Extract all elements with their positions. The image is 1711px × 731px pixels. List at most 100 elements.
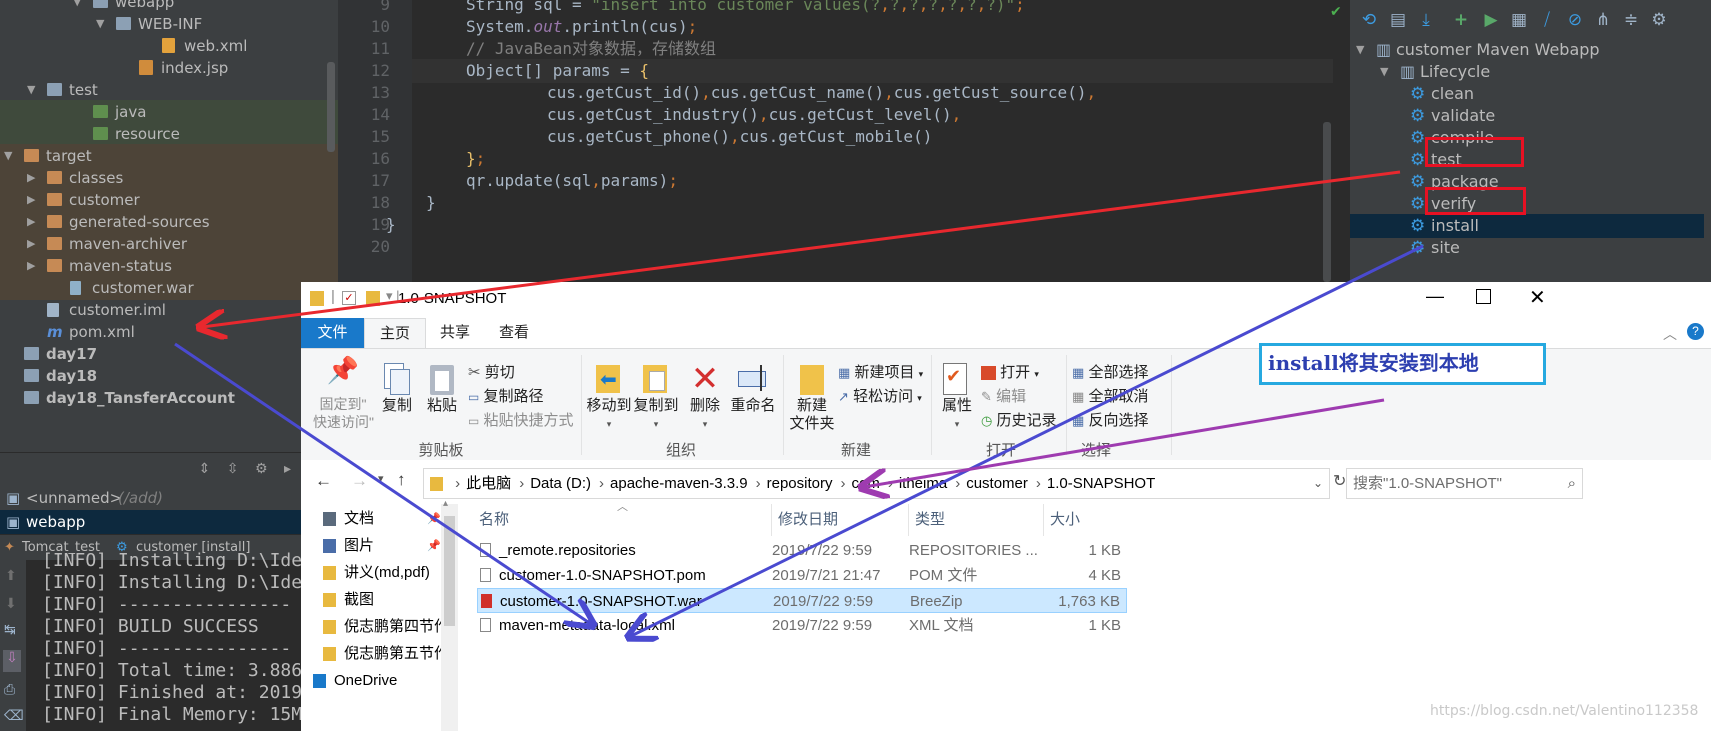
datasource-row[interactable]: ▣ <unnamed> (/add) [0,486,305,510]
recent-locations-icon[interactable]: ▾ [378,472,384,485]
tree-item[interactable]: ▼ WEB-INF [0,12,338,36]
tree-item[interactable]: day17 [0,342,338,366]
maven-settings-icon[interactable]: ⚙ [1649,10,1669,30]
navigation-scrollbar[interactable]: ▴ [441,498,458,731]
refresh-icon[interactable]: ↻ [1333,471,1346,491]
tree-item[interactable]: day18_TansferAccount [0,386,338,410]
show-dependencies-icon[interactable]: ⋔ [1593,10,1613,30]
scroll-up-icon[interactable]: ▴ [443,498,448,509]
tree-item[interactable]: ▶ generated-sources [0,210,338,234]
file-row[interactable]: customer-1.0-SNAPSHOT.pom 2019/7/21 21:47… [477,563,1127,588]
up-arrow-icon[interactable]: ↑ [397,470,406,490]
nav-item[interactable]: 倪志鹏第五节作业 [311,641,441,667]
tree-item[interactable]: ▶ maven-status [0,254,338,278]
invert-selection-button[interactable]: ▦ 反向选择 [1072,409,1148,430]
breadcrumb-chevron-icon[interactable]: › [756,475,761,492]
breadcrumb-item[interactable]: apache-maven-3.3.9 [610,475,748,492]
collapse-all-icon[interactable]: ≑ [1621,10,1641,30]
tree-item[interactable]: customer.war [0,276,338,300]
expand-right-icon[interactable]: ▶ [27,232,41,256]
expand-down-icon[interactable]: ▼ [96,12,110,36]
breadcrumb-item[interactable]: Data (D:) [530,475,591,492]
breadcrumb-item[interactable]: 1.0-SNAPSHOT [1047,475,1155,492]
wrap-icon[interactable]: ↹ [4,622,16,638]
paste-button[interactable]: 粘贴 [421,361,463,415]
nav-item[interactable]: 讲义(md,pdf) [311,560,441,586]
code-editor[interactable]: 9 10 11 12 13 14 15 16 17 18 19 20 String sql = "in… [338,0,1333,282]
maven-project-row[interactable]: ▼ ▥ customer Maven Webapp [1350,38,1711,62]
address-dropdown-icon[interactable]: ⌄ [1313,469,1323,498]
down-arrow-icon[interactable]: ⬇ [5,596,17,612]
up-arrow-icon[interactable]: ⬆ [5,568,17,584]
maven-goal-package[interactable]: ⚙ package [1350,170,1711,194]
maven-scrollbar[interactable] [1704,0,1711,282]
expand-down-icon[interactable]: ▼ [1356,38,1364,62]
collapse-ribbon-icon[interactable]: ︿ [1663,324,1677,344]
move-to-button[interactable]: ⬅ 移动到 ▾ [586,361,632,433]
tab-home[interactable]: 主页 [364,318,426,349]
copy-path-button[interactable]: ▭ 复制路径 [468,385,544,406]
column-name[interactable]: 名称 [479,504,509,536]
copy-button[interactable]: 复制 [376,361,418,415]
expand-down-icon[interactable]: ▼ [27,78,41,102]
maven-goal-validate[interactable]: ⚙ validate [1350,104,1711,128]
open-button[interactable]: 打开 ▾ [981,361,1039,382]
search-box[interactable]: 搜索"1.0-SNAPSHOT" ⌕ [1346,468,1583,499]
scroll-end-icon[interactable]: ⇩ [3,650,21,672]
file-row[interactable]: customer-1.0-SNAPSHOT.war 2019/7/22 9:59 B… [477,588,1127,613]
edit-button[interactable]: ✎ 编辑 [981,385,1026,406]
maven-goal-clean[interactable]: ⚙ clean [1350,82,1711,106]
file-row[interactable]: maven-metadata-local.xml 2019/7/22 9:59 XM… [477,613,1127,638]
nav-item[interactable]: 截图 [311,587,441,613]
expand-right-icon[interactable]: ▶ [27,188,41,212]
help-icon[interactable]: ? [1687,323,1704,340]
paste-shortcut-button[interactable]: ▭ 粘贴快捷方式 [468,409,574,430]
breadcrumb-chevron-icon[interactable]: › [1036,475,1041,492]
expand-right-icon[interactable]: ▶ [27,210,41,234]
maven-goal-verify[interactable]: ⚙ verify [1350,192,1711,216]
download-icon[interactable]: ⤓ [1416,10,1436,30]
reimport-icon[interactable]: ⟲ [1359,10,1379,30]
nav-item[interactable]: OneDrive [311,668,441,694]
tab-view[interactable]: 查看 [484,318,544,348]
select-none-button[interactable]: ▦ 全部取消 [1072,385,1148,406]
rename-button[interactable]: 重命名 [728,361,778,415]
breadcrumb-chevron-icon[interactable]: › [599,475,604,492]
tree-item[interactable]: customer.iml [0,298,338,322]
delete-button[interactable]: ✕ 删除 ▾ [684,361,726,433]
column-size[interactable]: 大小 [1050,504,1080,536]
code-line[interactable]: cus.getCust_industry(),cus.getCust_level… [547,103,961,127]
copy-to-button[interactable]: 复制到 ▾ [633,361,679,433]
file-row[interactable]: _remote.repositories 2019/7/22 9:59 REPOSI… [477,538,1127,563]
easy-access-button[interactable]: ↗ 轻松访问 ▾ [838,385,922,406]
tree-item[interactable]: java [0,100,338,124]
tree-item[interactable]: ▶ classes [0,166,338,190]
schema-row-selected[interactable]: ▣ webapp [0,510,305,534]
address-bar[interactable]: › 此电脑 › Data (D:) › apache-maven-3.3.9 › reposi… [423,468,1330,499]
tree-item[interactable]: m pom.xml [0,320,338,344]
new-folder-button[interactable]: 新建 文件夹 [788,361,836,433]
tab-share[interactable]: 共享 [426,318,484,348]
tree-item[interactable]: ▶ customer [0,188,338,212]
nav-item[interactable]: 倪志鹏第四节作业 [311,614,441,640]
breadcrumb-chevron-icon[interactable]: › [888,475,893,492]
maven-goal-install[interactable]: ⚙ install [1350,214,1711,238]
new-item-button[interactable]: ▦ 新建项目 ▾ [838,361,923,382]
clear-icon[interactable]: ⌫ [4,708,24,724]
forward-arrow-icon[interactable]: → [351,471,368,491]
lifecycle-row[interactable]: ▼ ▥ Lifecycle [1350,60,1711,84]
skip-tests-icon[interactable]: ⊘ [1565,10,1585,30]
breadcrumb-item[interactable]: 此电脑 [466,475,511,492]
breadcrumb-chevron-icon[interactable]: › [840,475,845,492]
expand-right-icon[interactable]: ▶ [27,254,41,278]
generate-sources-icon[interactable]: ▤ [1388,10,1408,30]
tree-item[interactable]: web.xml [0,34,338,58]
breadcrumb-chevron-icon[interactable]: › [955,475,960,492]
tree-scrollbar[interactable] [327,62,335,152]
tab-file[interactable]: 文件 [301,318,364,348]
new-folder-quick-icon[interactable] [366,291,380,306]
expand-right-icon[interactable]: ▶ [27,166,41,190]
editor-scrollbar[interactable] [1323,122,1331,282]
code-line[interactable]: Object[] params = { [412,59,1333,83]
expand-down-icon[interactable]: ▼ [1380,60,1388,84]
